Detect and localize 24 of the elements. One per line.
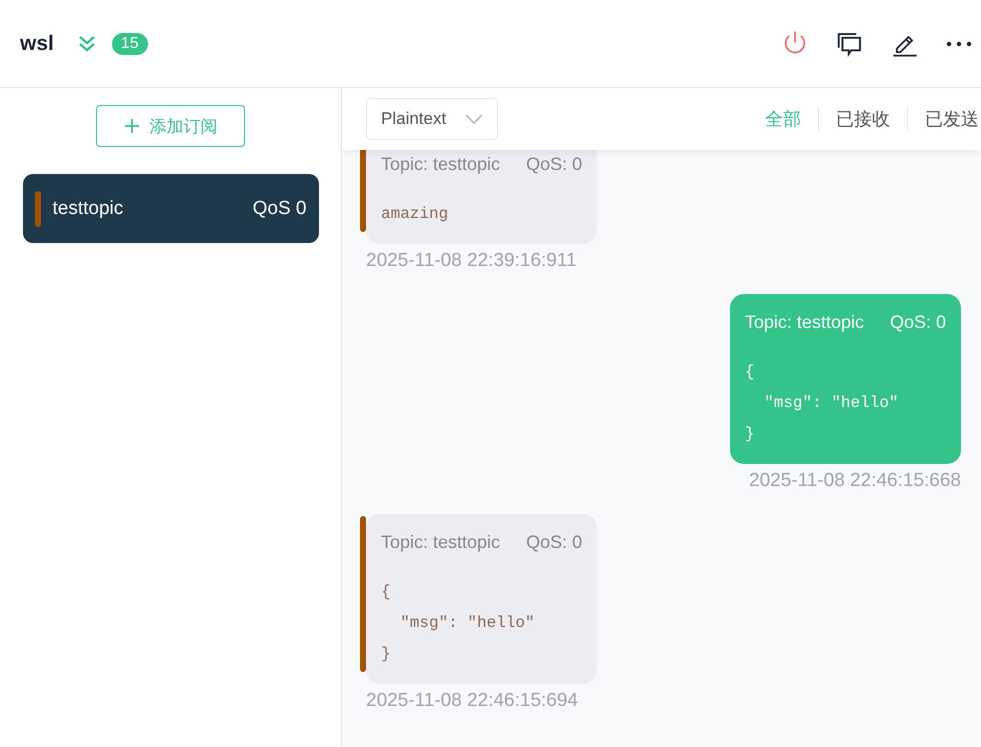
plus-icon bbox=[124, 118, 140, 134]
message-qos: QoS: 0 bbox=[526, 154, 582, 175]
message-topic: Topic: testtopic bbox=[744, 312, 864, 333]
subscription-qos: QoS 0 bbox=[252, 198, 306, 220]
filter-tab[interactable]: 已接收 bbox=[818, 107, 907, 131]
message-payload: { "msg": "hello" } bbox=[381, 582, 536, 665]
format-select[interactable]: Plaintext bbox=[366, 98, 498, 140]
message-qos: QoS: 0 bbox=[890, 312, 946, 333]
message-time: 2025-11-08 22:46:15:694 bbox=[366, 690, 578, 712]
message-count-badge: 15 bbox=[112, 32, 148, 54]
filter-tab[interactable]: 已发送 bbox=[907, 107, 981, 131]
connection-name: wsl bbox=[20, 32, 54, 56]
message-time: 2025-11-08 22:46:15:668 bbox=[749, 470, 961, 492]
message-qos: QoS: 0 bbox=[526, 532, 582, 553]
message-time: 2025-11-08 22:39:16:911 bbox=[366, 250, 577, 272]
more-icon bbox=[945, 40, 973, 48]
message-topic: Topic: testtopic bbox=[381, 154, 500, 175]
message-topic: Topic: testtopic bbox=[381, 532, 500, 553]
subscription-item[interactable]: testtopic QoS 0 bbox=[22, 174, 318, 243]
subscription-topic: testtopic bbox=[52, 198, 124, 220]
message-payload: amazing bbox=[381, 204, 450, 225]
more-button[interactable] bbox=[945, 40, 973, 48]
message-payload: { "msg": "hello" } bbox=[744, 362, 900, 445]
chevron-down-icon bbox=[465, 114, 483, 124]
